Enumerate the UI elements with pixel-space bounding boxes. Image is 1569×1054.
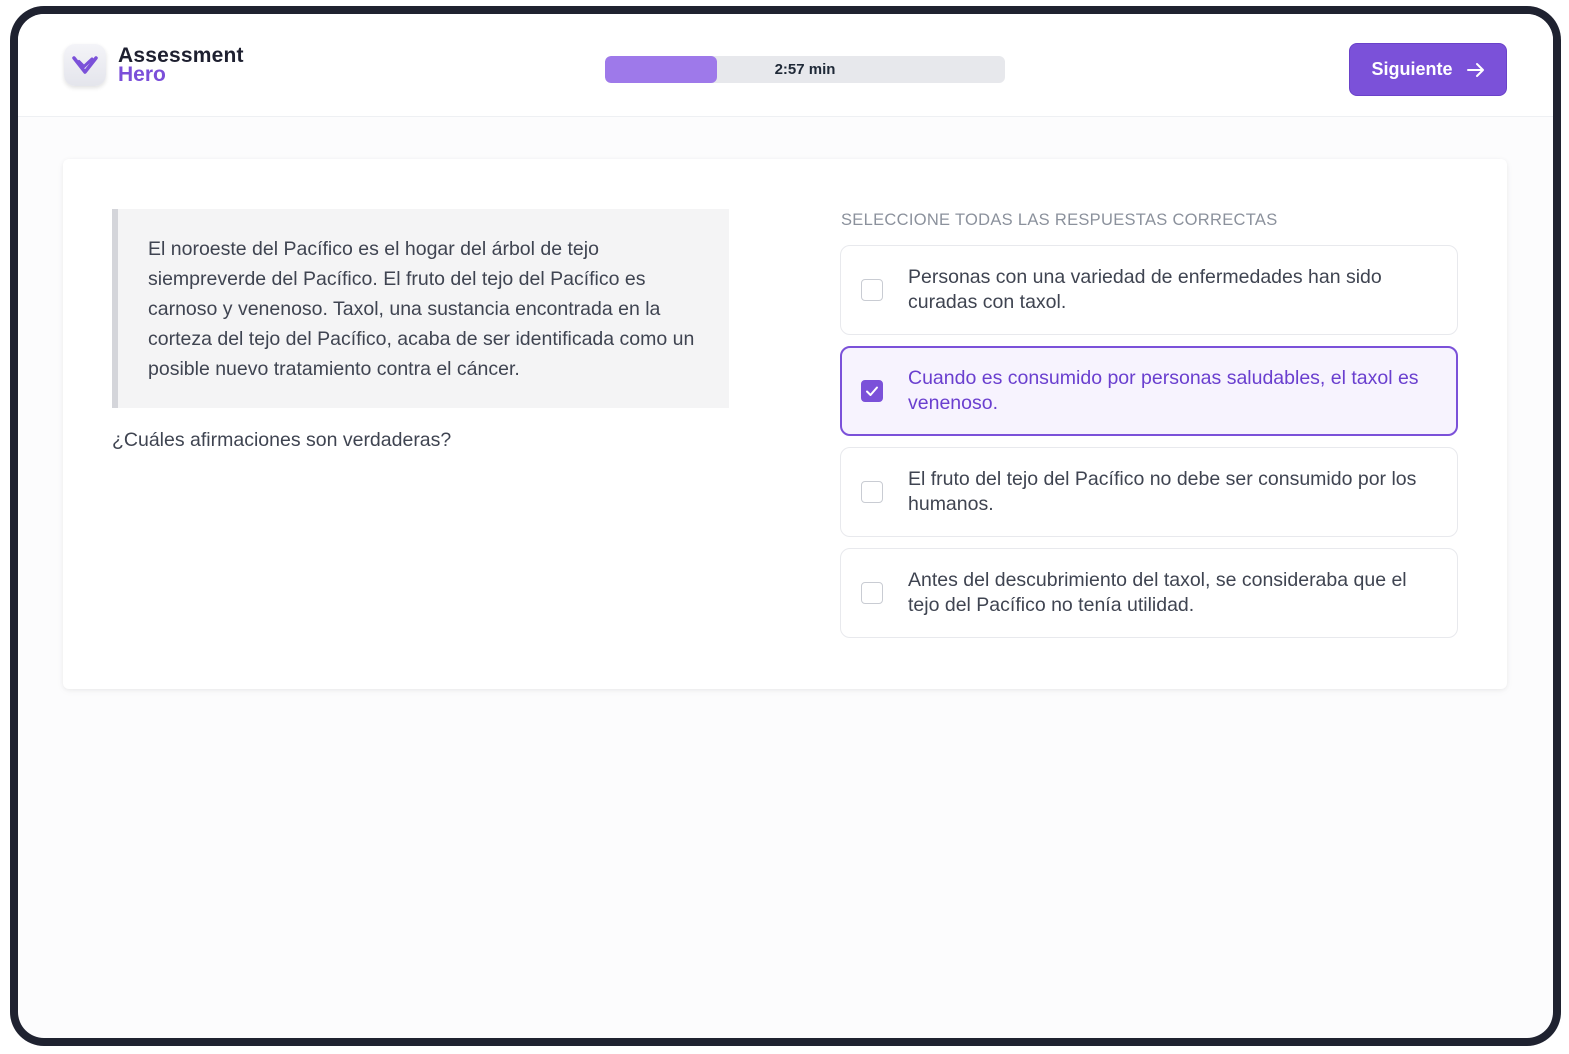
question-prompt: ¿Cuáles afirmaciones son verdaderas? xyxy=(112,429,452,451)
logo: Assessment Hero xyxy=(64,44,244,86)
answer-option-text: Cuando es consumido por personas saludab… xyxy=(908,367,1419,414)
arrow-right-icon xyxy=(1466,62,1485,78)
next-button[interactable]: Siguiente xyxy=(1349,43,1507,96)
logo-text: Assessment Hero xyxy=(118,45,244,86)
answer-option-1[interactable]: Personas con una variedad de enfermedade… xyxy=(840,245,1458,335)
top-bar: Assessment Hero 2:57 min Siguiente xyxy=(18,14,1553,117)
answer-option-text: Antes del descubrimiento del taxol, se c… xyxy=(908,569,1407,616)
answer-instructions: SELECCIONE TODAS LAS RESPUESTAS CORRECTA… xyxy=(841,211,1278,229)
check-icon xyxy=(866,386,878,396)
answer-option-text: El fruto del tejo del Pacífico no debe s… xyxy=(908,468,1417,515)
logo-line2: Hero xyxy=(118,63,166,86)
answer-option-3[interactable]: El fruto del tejo del Pacífico no debe s… xyxy=(840,447,1458,537)
app-screen: Assessment Hero 2:57 min Siguiente El no… xyxy=(18,14,1553,1038)
checkbox[interactable] xyxy=(861,582,883,604)
heart-check-icon xyxy=(64,44,106,86)
answer-option-4[interactable]: Antes del descubrimiento del taxol, se c… xyxy=(840,548,1458,638)
reading-passage: El noroeste del Pacífico es el hogar del… xyxy=(112,209,729,408)
next-button-label: Siguiente xyxy=(1371,59,1453,79)
checkbox[interactable] xyxy=(861,279,883,301)
question-card: El noroeste del Pacífico es el hogar del… xyxy=(63,159,1507,689)
device-frame: Assessment Hero 2:57 min Siguiente El no… xyxy=(10,6,1561,1046)
answer-option-2[interactable]: Cuando es consumido por personas saludab… xyxy=(840,346,1458,436)
answer-option-text: Personas con una variedad de enfermedade… xyxy=(908,266,1382,313)
answer-options: Personas con una variedad de enfermedade… xyxy=(840,245,1458,649)
timer-progress-bar: 2:57 min xyxy=(605,56,1005,83)
checkbox-checked[interactable] xyxy=(861,380,883,402)
timer-label: 2:57 min xyxy=(774,61,836,78)
checkbox[interactable] xyxy=(861,481,883,503)
